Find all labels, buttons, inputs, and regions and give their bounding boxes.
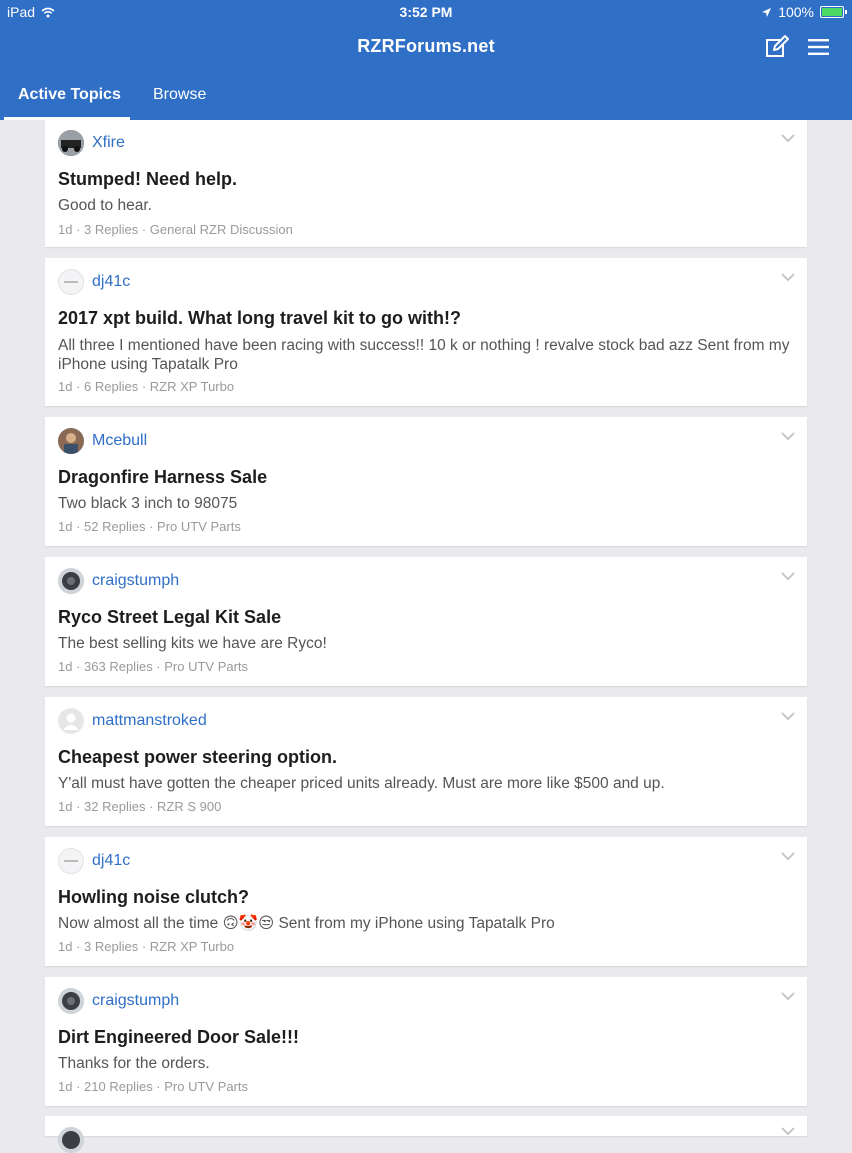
chevron-down-icon[interactable] xyxy=(781,273,795,282)
topic-card[interactable]: mattmanstroked Cheapest power steering o… xyxy=(45,697,807,826)
topic-age: 1d xyxy=(58,222,73,237)
topic-snippet: The best selling kits we have are Ryco! xyxy=(58,635,327,652)
forum-name[interactable]: RZR XP Turbo xyxy=(150,379,234,394)
reply-count: 363 Replies xyxy=(84,659,153,674)
chevron-down-icon[interactable] xyxy=(781,572,795,581)
author-name[interactable]: Mcebull xyxy=(92,432,147,450)
author-name[interactable]: craigstumph xyxy=(92,572,179,590)
forum-name[interactable]: Pro UTV Parts xyxy=(164,1079,248,1094)
author-name[interactable]: Xfire xyxy=(92,134,125,152)
reply-count: 32 Replies xyxy=(84,799,146,814)
chevron-down-icon[interactable] xyxy=(781,852,795,861)
topic-snippet: Thanks for the orders. xyxy=(58,1055,210,1072)
avatar xyxy=(58,988,84,1014)
topic-snippet: Two black 3 inch to 98075 xyxy=(58,495,238,512)
app-header: iPad 3:52 PM 100% RZRForums.net Active T… xyxy=(0,0,852,120)
topic-title[interactable]: Ryco Street Legal Kit Sale xyxy=(58,607,794,628)
author-name[interactable]: craigstumph xyxy=(92,992,179,1010)
topic-title[interactable]: Dragonfire Harness Sale xyxy=(58,467,794,488)
forum-name[interactable]: General RZR Discussion xyxy=(150,222,293,237)
avatar xyxy=(58,1127,84,1153)
location-arrow-icon xyxy=(762,7,772,17)
topic-age: 1d xyxy=(58,1079,73,1094)
reply-count: 3 Replies xyxy=(84,222,139,237)
topic-meta: 1d · 3 Replies · General RZR Discussion xyxy=(58,222,293,237)
topic-meta: 1d · 363 Replies · Pro UTV Parts xyxy=(58,659,249,674)
chevron-down-icon[interactable] xyxy=(781,712,795,721)
avatar xyxy=(58,269,84,295)
forum-name[interactable]: Pro UTV Parts xyxy=(157,519,241,534)
tab-active-topics[interactable]: Active Topics xyxy=(18,76,121,120)
reply-count: 52 Replies xyxy=(84,519,146,534)
reply-count: 6 Replies xyxy=(84,379,139,394)
avatar xyxy=(58,568,84,594)
chevron-down-icon[interactable] xyxy=(781,432,795,441)
topic-snippet: All three I mentioned have been racing w… xyxy=(58,337,790,373)
avatar xyxy=(58,848,84,874)
forum-name[interactable]: Pro UTV Parts xyxy=(164,659,248,674)
topic-title[interactable]: Cheapest power steering option. xyxy=(58,747,794,768)
topic-meta: 1d · 32 Replies · RZR S 900 xyxy=(58,799,222,814)
tab-browse[interactable]: Browse xyxy=(153,76,206,120)
topic-meta: 1d · 210 Replies · Pro UTV Parts xyxy=(58,1079,249,1094)
avatar xyxy=(58,428,84,454)
topic-title[interactable]: 2017 xpt build. What long travel kit to … xyxy=(58,308,794,329)
topic-card[interactable]: craigstumph Dirt Engineered Door Sale!!!… xyxy=(45,977,807,1106)
topic-age: 1d xyxy=(58,799,73,814)
author-name[interactable]: mattmanstroked xyxy=(92,712,207,730)
topic-snippet: Good to hear. xyxy=(58,197,152,214)
avatar xyxy=(58,708,84,734)
topic-snippet: Now almost all the time 🙃🤡😒 Sent from my… xyxy=(58,915,555,932)
topic-title[interactable]: Stumped! Need help. xyxy=(58,169,794,190)
forum-name[interactable]: RZR XP Turbo xyxy=(150,939,234,954)
topic-title[interactable]: Dirt Engineered Door Sale!!! xyxy=(58,1027,794,1048)
topic-age: 1d xyxy=(58,519,73,534)
reply-count: 210 Replies xyxy=(84,1079,153,1094)
author-name[interactable]: dj41c xyxy=(92,273,130,291)
avatar xyxy=(58,130,84,156)
chevron-down-icon[interactable] xyxy=(781,1127,795,1136)
topic-title[interactable]: Howling noise clutch? xyxy=(58,887,794,908)
topic-meta: 1d · 3 Replies · RZR XP Turbo xyxy=(58,939,235,954)
compose-icon[interactable] xyxy=(764,34,790,60)
topic-age: 1d xyxy=(58,659,73,674)
topic-card[interactable]: Mcebull Dragonfire Harness Sale Two blac… xyxy=(45,417,807,546)
forum-name[interactable]: RZR S 900 xyxy=(157,799,221,814)
battery-percent: 100% xyxy=(778,4,814,20)
topic-meta: 1d · 6 Replies · RZR XP Turbo xyxy=(58,379,235,394)
reply-count: 3 Replies xyxy=(84,939,139,954)
chevron-down-icon[interactable] xyxy=(781,992,795,1001)
topic-meta: 1d · 52 Replies · Pro UTV Parts xyxy=(58,519,241,534)
topic-card[interactable]: Xfire Stumped! Need help. Good to hear. … xyxy=(45,120,807,247)
author-name[interactable]: dj41c xyxy=(92,852,130,870)
tab-bar: Active Topics Browse xyxy=(0,76,852,120)
battery-icon xyxy=(820,6,847,18)
topic-card[interactable]: craigstumph Ryco Street Legal Kit Sale T… xyxy=(45,557,807,686)
topic-snippet: Y'all must have gotten the cheaper price… xyxy=(58,775,665,792)
topic-card[interactable]: dj41c Howling noise clutch? Now almost a… xyxy=(45,837,807,966)
hamburger-menu-icon[interactable] xyxy=(806,34,832,60)
chevron-down-icon[interactable] xyxy=(781,134,795,143)
topic-age: 1d xyxy=(58,379,73,394)
status-bar: iPad 3:52 PM 100% xyxy=(0,0,852,24)
status-time: 3:52 PM xyxy=(399,4,453,20)
topic-card[interactable]: dj41c 2017 xpt build. What long travel k… xyxy=(45,258,807,406)
app-title: RZRForums.net xyxy=(357,36,495,56)
topic-age: 1d xyxy=(58,939,73,954)
topic-card[interactable] xyxy=(45,1116,807,1153)
